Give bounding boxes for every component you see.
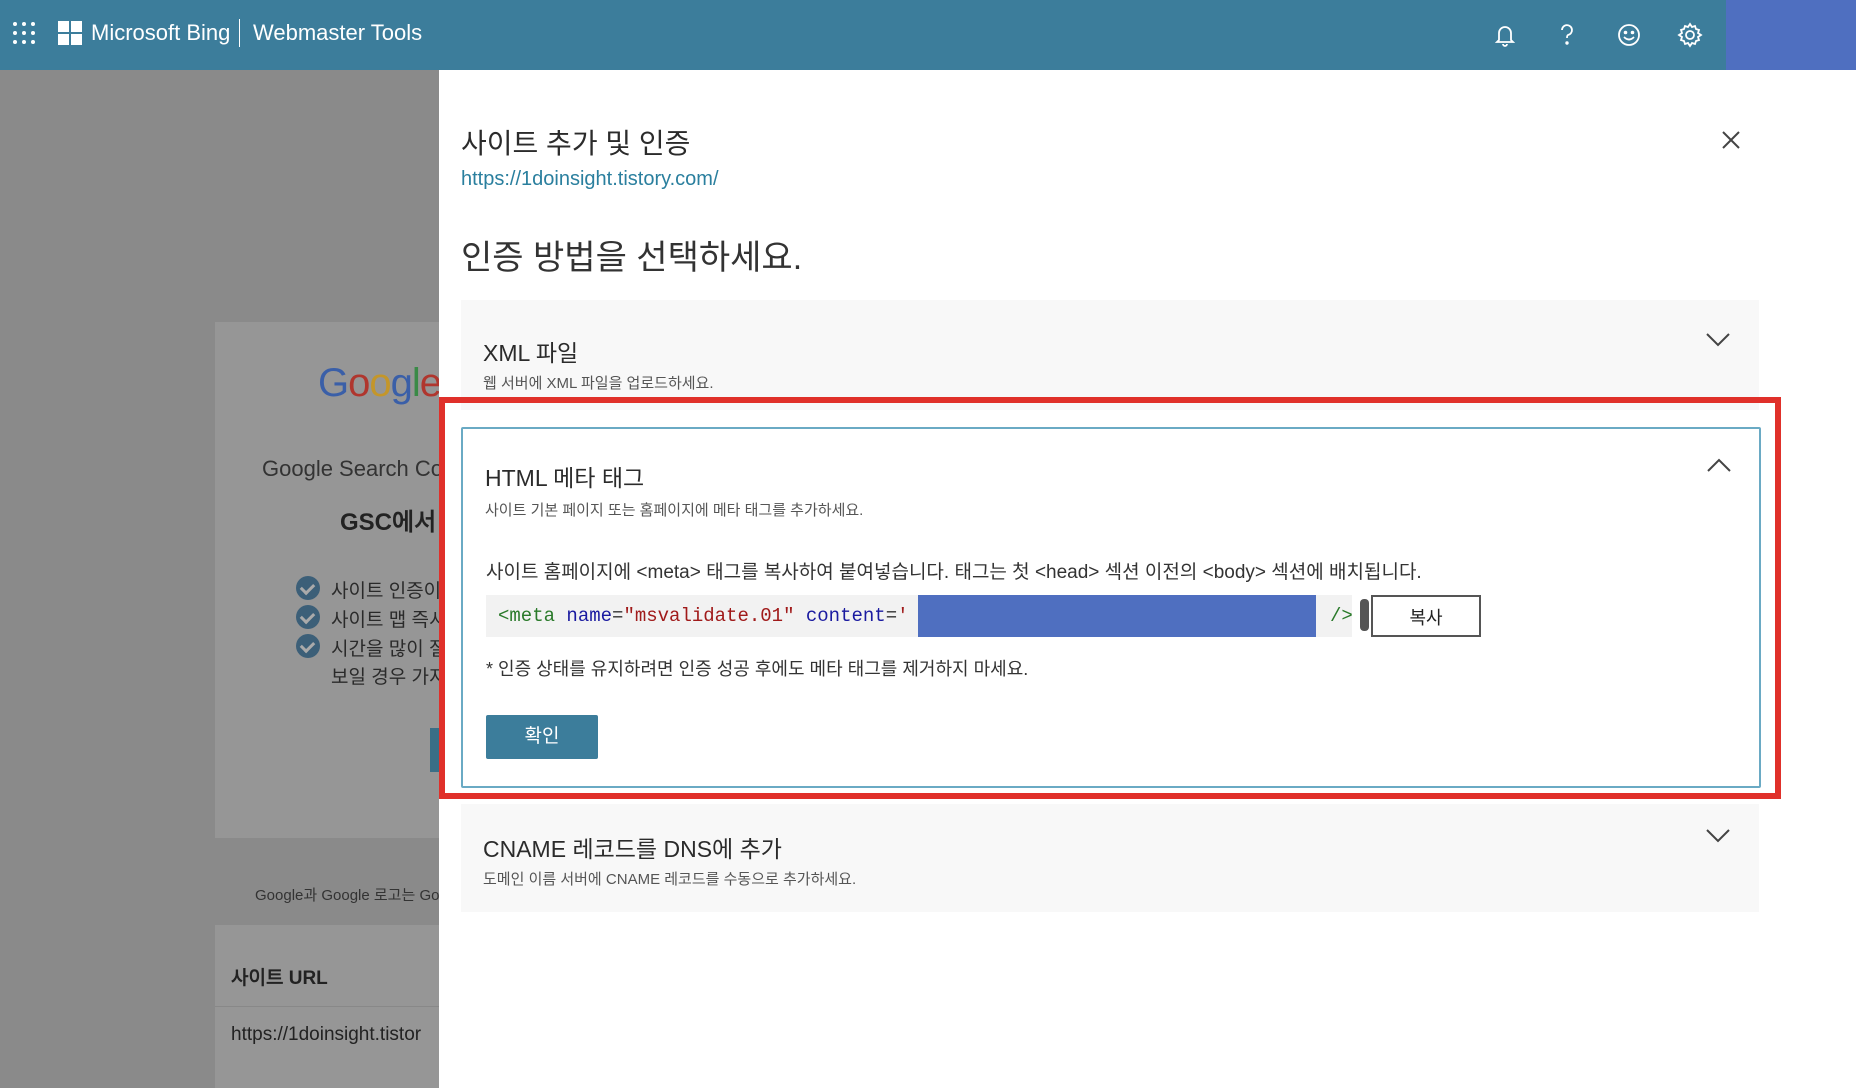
- check-icon: [296, 634, 320, 658]
- copy-button[interactable]: 복사: [1371, 595, 1481, 637]
- gsc-bullet: 사이트 인증이: [331, 581, 442, 602]
- method-title: XML 파일: [483, 340, 579, 366]
- meta-code-close: />: [1330, 605, 1353, 627]
- method-html-meta-tag: HTML 메타 태그 사이트 기본 페이지 또는 홈페이지에 메타 태그를 추가…: [461, 427, 1761, 788]
- meta-keep-note: * 인증 상태를 유지하려면 인증 성공 후에도 메타 태그를 제거하지 마세요…: [486, 659, 1029, 679]
- chevron-up-icon[interactable]: [1706, 457, 1732, 473]
- method-cname-dns[interactable]: CNAME 레코드를 DNS에 추가 도메인 이름 서버에 CNAME 레코드를…: [461, 804, 1759, 912]
- meta-code: <meta name="msvalidate.01" content=': [498, 605, 909, 627]
- smiley-icon[interactable]: [1612, 18, 1646, 52]
- close-icon[interactable]: [1717, 126, 1745, 154]
- meta-code-box[interactable]: <meta name="msvalidate.01" content=' />: [486, 595, 1369, 637]
- site-url-link[interactable]: https://1doinsight.tistory.com/: [461, 168, 719, 191]
- check-icon: [296, 576, 320, 600]
- app-launcher-icon[interactable]: [13, 22, 35, 44]
- add-site-panel: 사이트 추가 및 인증 https://1doinsight.tistory.c…: [439, 70, 1856, 1088]
- method-subtitle: 사이트 기본 페이지 또는 홈페이지에 메타 태그를 추가하세요.: [485, 502, 864, 519]
- help-icon[interactable]: [1550, 18, 1584, 52]
- google-logo: Google: [318, 361, 442, 405]
- product-name[interactable]: Webmaster Tools: [253, 19, 422, 47]
- chevron-down-icon[interactable]: [1705, 828, 1731, 844]
- panel-title: 사이트 추가 및 인증: [461, 128, 691, 159]
- code-scrollbar[interactable]: [1360, 599, 1369, 631]
- brand-divider: [239, 19, 240, 47]
- brand-name[interactable]: Microsoft Bing: [91, 19, 230, 47]
- chevron-down-icon[interactable]: [1705, 332, 1731, 348]
- gsc-bullet: 시간을 많이 절: [331, 639, 447, 660]
- top-bar: Microsoft Bing Webmaster Tools: [0, 0, 1856, 70]
- gsc-subtitle: GSC에서: [340, 509, 437, 536]
- method-subtitle: 도메인 이름 서버에 CNAME 레코드를 수동으로 추가하세요.: [483, 871, 857, 888]
- google-trademark-note: Google과 Google 로고는 Go: [255, 887, 440, 904]
- table-cell-site-url[interactable]: https://1doinsight.tistor: [231, 1024, 421, 1046]
- microsoft-logo-icon: [58, 21, 82, 45]
- account-avatar[interactable]: [1726, 0, 1856, 74]
- meta-instruction: 사이트 홈페이지에 <meta> 태그를 복사하여 붙여넣습니다. 태그는 첫 …: [486, 562, 1422, 583]
- redacted-content-value: [918, 595, 1316, 637]
- bell-icon[interactable]: [1488, 18, 1522, 52]
- gear-icon[interactable]: [1673, 18, 1707, 52]
- method-title: CNAME 레코드를 DNS에 추가: [483, 836, 782, 862]
- verification-heading: 인증 방법을 선택하세요.: [461, 239, 803, 277]
- table-header-site-url: 사이트 URL: [231, 968, 328, 989]
- table-divider: [215, 1006, 445, 1007]
- method-xml-file[interactable]: XML 파일 웹 서버에 XML 파일을 업로드하세요.: [461, 300, 1759, 410]
- gsc-bullet: 보일 경우 가져: [331, 667, 447, 688]
- gsc-title: Google Search Co: [262, 456, 443, 481]
- method-title[interactable]: HTML 메타 태그: [485, 459, 644, 493]
- method-subtitle: 웹 서버에 XML 파일을 업로드하세요.: [483, 375, 714, 392]
- check-icon: [296, 605, 320, 629]
- gsc-bullet: 사이트 맵 즉시: [331, 610, 447, 631]
- confirm-button[interactable]: 확인: [486, 715, 598, 759]
